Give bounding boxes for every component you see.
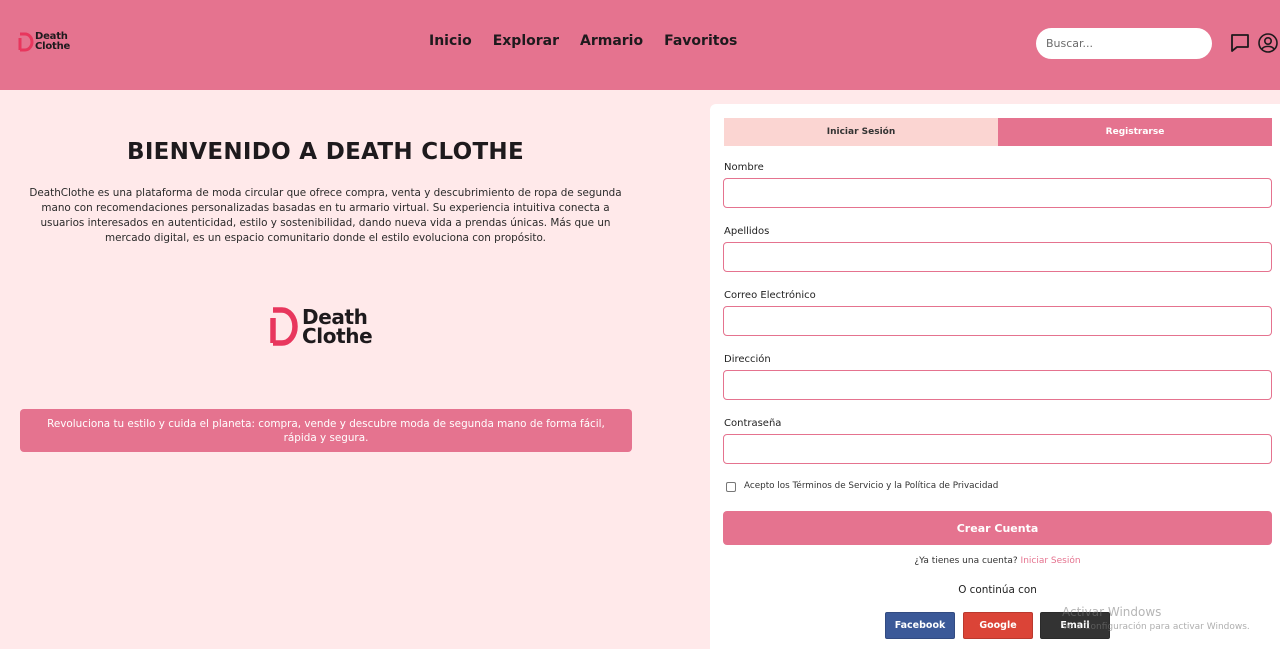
google-button[interactable]: Google	[963, 612, 1033, 639]
nombre-input[interactable]	[723, 178, 1272, 208]
email-input[interactable]	[723, 306, 1272, 336]
have-account-question: ¿Ya tienes una cuenta?	[914, 556, 1018, 566]
direccion-label: Dirección	[724, 354, 771, 365]
direccion-input[interactable]	[723, 370, 1272, 400]
create-account-button[interactable]: Crear Cuenta	[723, 511, 1272, 545]
search-input[interactable]	[1036, 28, 1212, 59]
nav-explorar[interactable]: Explorar	[493, 33, 559, 49]
auth-tabs: Iniciar Sesión Registrarse	[724, 118, 1272, 146]
tab-login[interactable]: Iniciar Sesión	[724, 118, 998, 146]
chat-icon[interactable]	[1229, 32, 1251, 54]
welcome-title: BIENVENIDO A DEATH CLOTHE	[126, 139, 524, 165]
nav-armario[interactable]: Armario	[580, 33, 643, 49]
nav-inicio[interactable]: Inicio	[429, 33, 472, 49]
nombre-label: Nombre	[724, 162, 764, 173]
tagline-banner: Revoluciona tu estilo y cuida el planeta…	[20, 409, 632, 452]
welcome-description: DeathClothe es una plataforma de moda ci…	[29, 187, 622, 244]
user-icon[interactable]	[1257, 32, 1279, 54]
hero-logo: Death Clothe	[269, 305, 389, 349]
password-label: Contraseña	[724, 418, 782, 429]
tab-register[interactable]: Registrarse	[998, 118, 1272, 146]
hero-logo-line2: Clothe	[302, 324, 373, 348]
apellidos-input[interactable]	[723, 242, 1272, 272]
windows-watermark-title: Activar Windows	[1062, 605, 1162, 619]
terms-checkbox[interactable]	[726, 482, 736, 492]
email-label: Correo Electrónico	[724, 290, 816, 301]
auth-panel: Iniciar Sesión Registrarse Nombre Apelli…	[710, 104, 1280, 649]
main-nav: Inicio Explorar Armario Favoritos	[429, 33, 737, 49]
brand-logo-text: Death Clothe	[35, 32, 70, 52]
continue-with-text: O continúa con	[958, 584, 1037, 596]
logo-mark-icon	[18, 32, 34, 52]
facebook-button[interactable]: Facebook	[885, 612, 955, 639]
terms-label: Acepto los Términos de Servicio y la Pol…	[744, 481, 999, 491]
have-account-text: ¿Ya tienes una cuenta? Iniciar Sesión	[723, 556, 1272, 566]
brand-logo[interactable]: Death Clothe	[18, 30, 78, 56]
apellidos-label: Apellidos	[724, 226, 770, 237]
logo-mark-icon	[270, 307, 298, 346]
top-navbar: Death Clothe Inicio Explorar Armario Fav…	[0, 0, 1280, 90]
login-link[interactable]: Iniciar Sesión	[1021, 556, 1081, 566]
password-input[interactable]	[723, 434, 1272, 464]
nav-favoritos[interactable]: Favoritos	[664, 33, 737, 49]
hero-logo-text: Death Clothe	[302, 307, 373, 348]
windows-watermark-subtitle: Ve a Configuración para activar Windows.	[1062, 622, 1250, 632]
logo-text-line2: Clothe	[35, 41, 71, 52]
